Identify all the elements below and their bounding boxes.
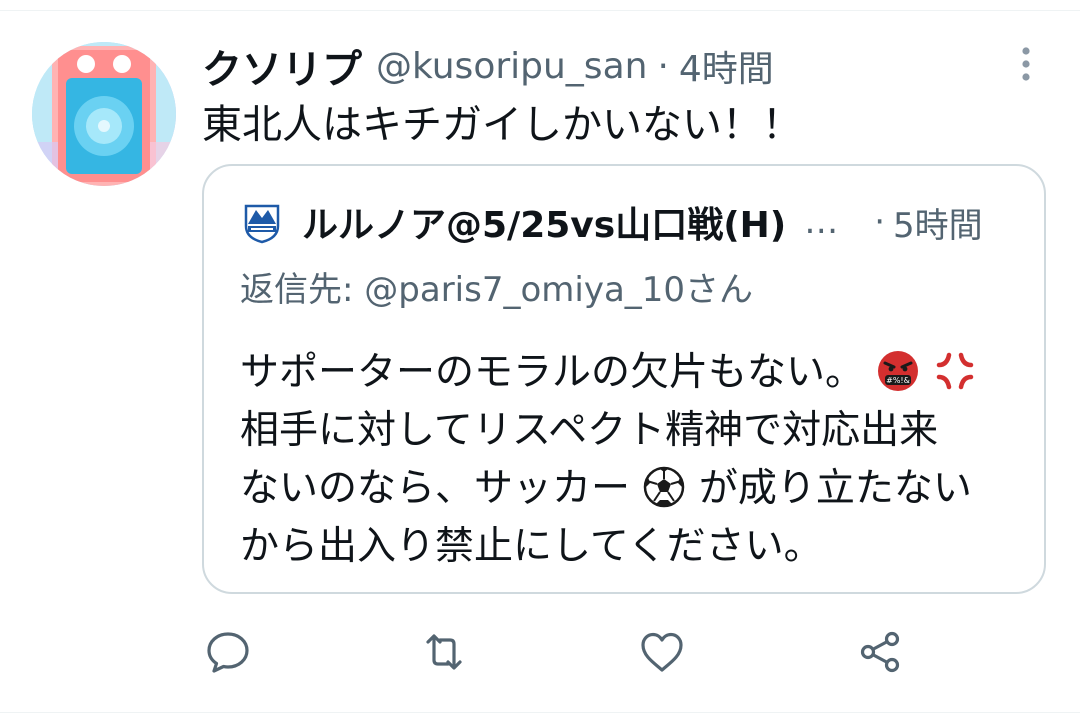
tweet-timestamp[interactable]: 4時間 [679,40,774,92]
quoted-text-segment: から出入り禁止にしてください。 [240,524,823,569]
quoted-separator-dot: · [874,202,886,242]
quoted-text-line-1: サポーターのモラルの欠片もない。 #%!& [240,344,1030,402]
reply-prefix: 返信先: [240,270,354,310]
quoted-author-avatar [240,200,284,244]
quoted-name-ellipsis: … [804,202,839,242]
quoted-text-segment: ないのなら、サッカー [240,466,631,511]
tweet-text: 東北人はキチガイしかいない！！ [202,102,802,148]
author-avatar[interactable] [32,42,176,186]
more-vertical-icon[interactable] [1012,44,1040,84]
soccer-ball-emoji [644,466,685,508]
quoted-tweet-card[interactable]: ルルノア@5/25vs山口戦(H) … · 5時間 返信先: @paris7_o… [202,164,1046,594]
author-handle[interactable]: @kusoripu_san [376,46,647,87]
quoted-author-name[interactable]: ルルノア@5/25vs山口戦(H) [302,196,786,248]
separator-dot: · [657,45,669,87]
quoted-text-line-2: 相手に対してリスペクト精神で対応出来 [240,402,1030,460]
anger-symbol-emoji [936,352,974,390]
quoted-text-segment: サポーターのモラルの欠片もない。 [240,350,865,395]
author-name[interactable]: クソリプ [202,37,362,95]
bottom-divider [0,712,1080,713]
quoted-tweet-header: ルルノア@5/25vs山口戦(H) … · 5時間 [240,194,1030,250]
retweet-icon[interactable] [420,628,468,676]
share-icon[interactable] [856,628,904,676]
quoted-tweet-text: サポーターのモラルの欠片もない。 #%!& 相手に対してリスペクト精神で対応出来… [240,344,1030,576]
heart-icon[interactable] [638,628,686,676]
reply-context: 返信先: @paris7_omiya_10さん [240,262,753,311]
tweet-header: クソリプ @kusoripu_san · 4時間 [202,37,774,95]
tweet-action-bar [0,620,1080,680]
team-logo-icon [244,204,280,244]
quoted-text-segment: が成り立たない [698,466,972,511]
reply-icon[interactable] [204,628,252,676]
top-divider [0,10,1080,11]
reply-to-handle[interactable]: @paris7_omiya_10さん [364,270,753,310]
quoted-timestamp[interactable]: 5時間 [893,198,983,247]
cursing-face-emoji: #%!& [878,351,919,391]
avatar-image [32,42,176,186]
quoted-text-line-3: ないのなら、サッカー が成り立たない [240,460,1030,518]
svg-text:#%!&: #%!& [887,376,911,385]
quoted-text-line-4: から出入り禁止にしてください。 [240,518,1030,576]
quoted-text-segment: 相手に対してリスペクト精神で対応出来 [240,408,939,453]
